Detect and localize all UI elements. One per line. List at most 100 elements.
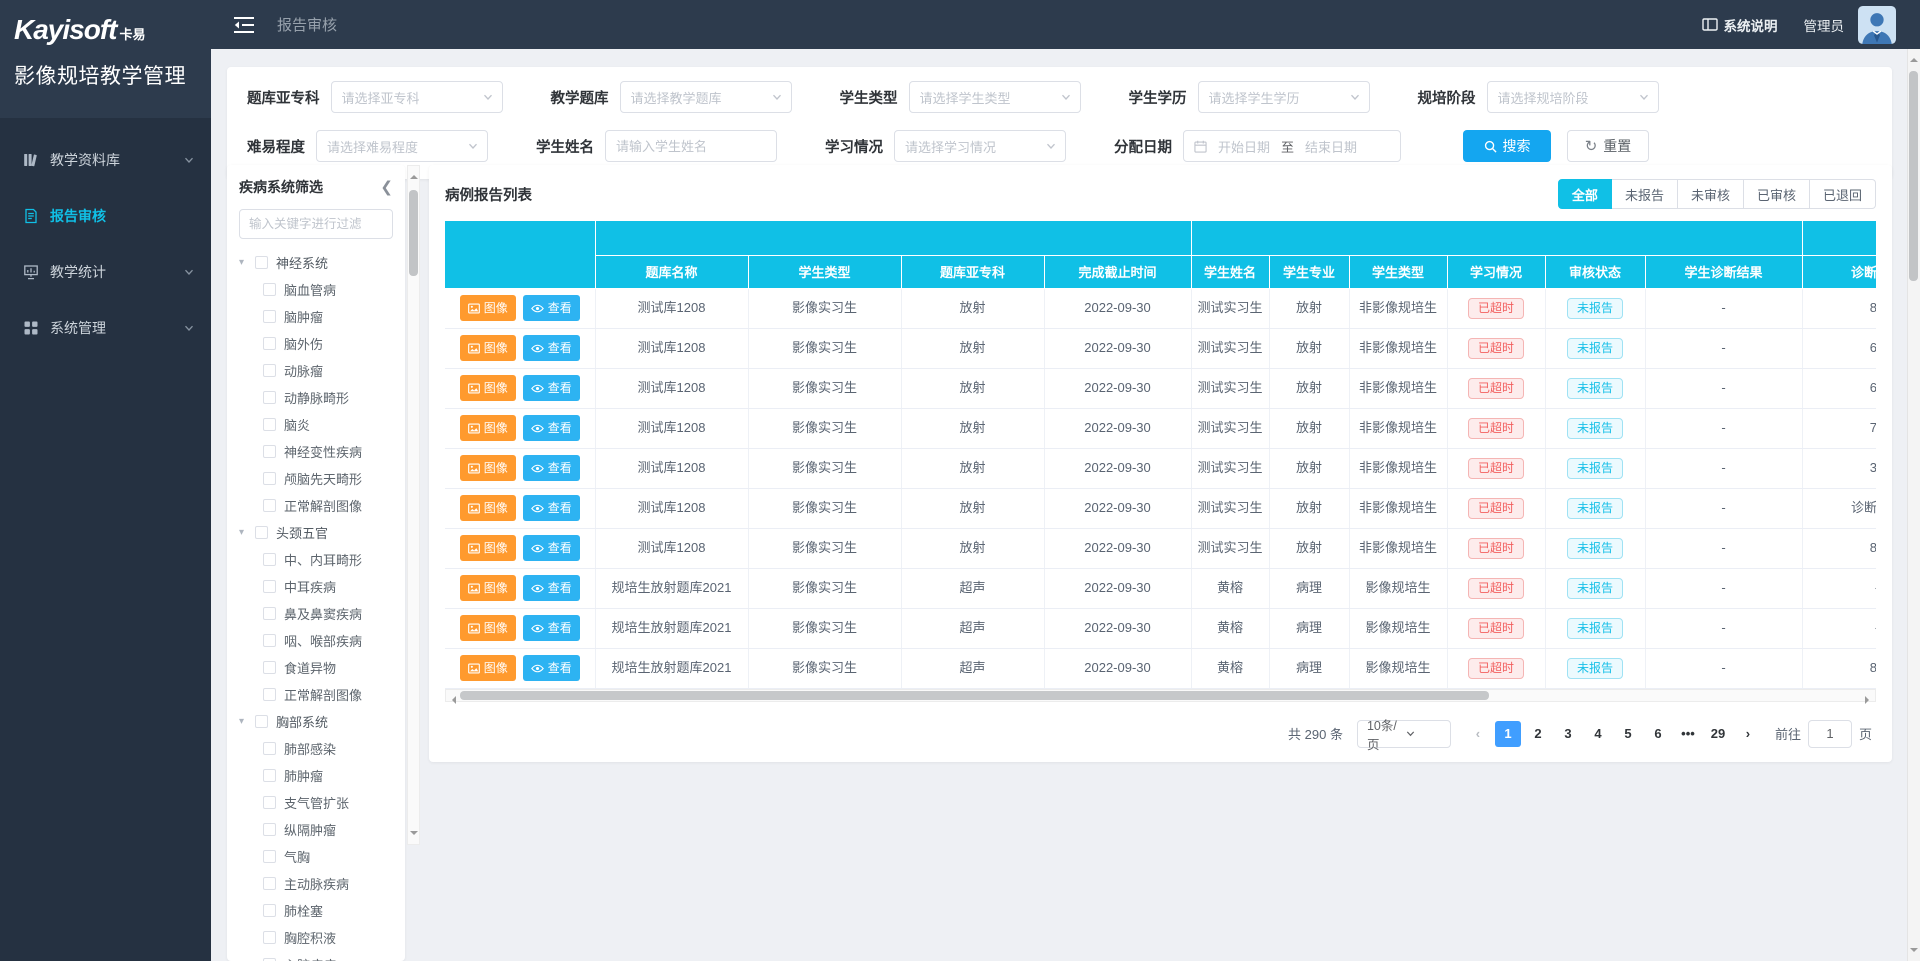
tree-expand-icon[interactable]: ▾ bbox=[239, 257, 255, 268]
tree-item[interactable]: 肺肿瘤 bbox=[239, 762, 393, 789]
checkbox[interactable] bbox=[263, 337, 276, 350]
scroll-up-arrow[interactable] bbox=[1910, 54, 1918, 62]
filter-select[interactable]: 请选择教学题库 bbox=[620, 81, 792, 113]
scroll-down-arrow[interactable] bbox=[410, 831, 418, 839]
filter-select[interactable]: 请选择规培阶段 bbox=[1487, 81, 1659, 113]
panel-scrollbar[interactable] bbox=[407, 165, 420, 845]
view-button[interactable]: 查看 bbox=[523, 455, 580, 481]
tree-item[interactable]: 正常解剖图像 bbox=[239, 492, 393, 519]
image-button[interactable]: 图像 bbox=[460, 615, 516, 641]
filter-select[interactable]: 请选择难易程度 bbox=[316, 130, 488, 162]
tree-item[interactable]: 颅脑先天畸形 bbox=[239, 465, 393, 492]
checkbox[interactable] bbox=[263, 688, 276, 701]
collapse-panel-icon[interactable]: ❮ bbox=[380, 180, 393, 195]
view-button[interactable]: 查看 bbox=[523, 375, 580, 401]
filter-select[interactable]: 请选择学习情况 bbox=[894, 130, 1066, 162]
panel-scrollbar-thumb[interactable] bbox=[409, 190, 418, 276]
tree-group-1[interactable]: ▾神经系统 bbox=[239, 249, 393, 276]
checkbox[interactable] bbox=[263, 742, 276, 755]
tree-item[interactable]: 纵隔肿瘤 bbox=[239, 816, 393, 843]
checkbox[interactable] bbox=[263, 877, 276, 890]
filter-select[interactable]: 请选择亚专科 bbox=[331, 81, 503, 113]
page-button-4[interactable]: 4 bbox=[1585, 721, 1611, 747]
filter-select[interactable]: 请选择学生学历 bbox=[1198, 81, 1370, 113]
tab-2[interactable]: 未报告 bbox=[1612, 179, 1678, 209]
avatar[interactable] bbox=[1858, 6, 1896, 44]
username[interactable]: 管理员 bbox=[1804, 15, 1845, 35]
checkbox[interactable] bbox=[263, 391, 276, 404]
scroll-down-arrow[interactable] bbox=[1910, 948, 1918, 956]
tree-item[interactable]: 脑肿瘤 bbox=[239, 303, 393, 330]
tree-item[interactable]: 动脉瘤 bbox=[239, 357, 393, 384]
page-scrollbar-thumb[interactable] bbox=[1909, 71, 1918, 281]
sidebar-item-2[interactable]: 报告审核 bbox=[0, 188, 211, 244]
tree-item[interactable]: 咽、喉部疾病 bbox=[239, 627, 393, 654]
scroll-up-arrow[interactable] bbox=[410, 171, 418, 179]
tree-filter-input[interactable] bbox=[239, 209, 393, 239]
checkbox[interactable] bbox=[263, 661, 276, 674]
tree-item[interactable]: 神经变性疾病 bbox=[239, 438, 393, 465]
tree-item[interactable]: 脑炎 bbox=[239, 411, 393, 438]
tree-item[interactable]: 支气管扩张 bbox=[239, 789, 393, 816]
checkbox[interactable] bbox=[263, 472, 276, 485]
horizontal-scrollbar-thumb[interactable] bbox=[460, 691, 1489, 700]
next-page-button[interactable]: › bbox=[1735, 721, 1761, 747]
view-button[interactable]: 查看 bbox=[523, 335, 580, 361]
image-button[interactable]: 图像 bbox=[460, 295, 516, 321]
checkbox[interactable] bbox=[263, 580, 276, 593]
checkbox[interactable] bbox=[263, 310, 276, 323]
tree-item[interactable]: 正常解剖图像 bbox=[239, 681, 393, 708]
tree-item[interactable]: 主动脉疾病 bbox=[239, 870, 393, 897]
checkbox[interactable] bbox=[255, 256, 268, 269]
tree-item[interactable]: 中、内耳畸形 bbox=[239, 546, 393, 573]
tree-item[interactable]: 脑血管病 bbox=[239, 276, 393, 303]
image-button[interactable]: 图像 bbox=[460, 335, 516, 361]
tree-item[interactable]: 肺部感染 bbox=[239, 735, 393, 762]
tree-expand-icon[interactable]: ▾ bbox=[239, 527, 255, 538]
page-scrollbar[interactable] bbox=[1907, 49, 1920, 961]
student-name-input[interactable] bbox=[616, 139, 768, 154]
checkbox[interactable] bbox=[263, 823, 276, 836]
tree-item[interactable]: 心脏疾病 bbox=[239, 951, 393, 961]
page-button-3[interactable]: 3 bbox=[1555, 721, 1581, 747]
tree-item[interactable]: 中耳疾病 bbox=[239, 573, 393, 600]
checkbox[interactable] bbox=[263, 607, 276, 620]
scroll-right-arrow[interactable] bbox=[1865, 696, 1873, 704]
view-button[interactable]: 查看 bbox=[523, 295, 580, 321]
sidebar-item-3[interactable]: 教学统计 bbox=[0, 244, 211, 300]
page-button-5[interactable]: 5 bbox=[1615, 721, 1641, 747]
checkbox[interactable] bbox=[263, 499, 276, 512]
tab-3[interactable]: 未审核 bbox=[1678, 179, 1744, 209]
tree-group-3[interactable]: ▾胸部系统 bbox=[239, 708, 393, 735]
filter-input[interactable] bbox=[605, 130, 777, 162]
date-end-placeholder[interactable]: 结束日期 bbox=[1300, 137, 1362, 156]
sidebar-item-1[interactable]: 教学资料库 bbox=[0, 132, 211, 188]
image-button[interactable]: 图像 bbox=[460, 655, 516, 681]
reset-button[interactable]: ↻ 重置 bbox=[1567, 130, 1649, 162]
horizontal-scrollbar[interactable] bbox=[445, 689, 1876, 702]
tree-item[interactable]: 鼻及鼻窦疾病 bbox=[239, 600, 393, 627]
sidebar-item-4[interactable]: 系统管理 bbox=[0, 300, 211, 356]
goto-page-input[interactable] bbox=[1808, 720, 1852, 748]
image-button[interactable]: 图像 bbox=[460, 375, 516, 401]
image-button[interactable]: 图像 bbox=[460, 415, 516, 441]
tab-5[interactable]: 已退回 bbox=[1810, 179, 1876, 209]
checkbox[interactable] bbox=[263, 283, 276, 296]
page-button-2[interactable]: 2 bbox=[1525, 721, 1551, 747]
date-range-picker[interactable]: 开始日期 至 结束日期 bbox=[1183, 130, 1401, 162]
view-button[interactable]: 查看 bbox=[523, 415, 580, 441]
view-button[interactable]: 查看 bbox=[523, 495, 580, 521]
page-button-29[interactable]: 29 bbox=[1705, 721, 1731, 747]
date-start-placeholder[interactable]: 开始日期 bbox=[1213, 137, 1275, 156]
checkbox[interactable] bbox=[263, 553, 276, 566]
tree-item[interactable]: 肺栓塞 bbox=[239, 897, 393, 924]
view-button[interactable]: 查看 bbox=[523, 655, 580, 681]
tree-item[interactable]: 胸腔积液 bbox=[239, 924, 393, 951]
tree-item[interactable]: 脑外伤 bbox=[239, 330, 393, 357]
menu-fold-icon[interactable] bbox=[233, 16, 255, 34]
tree-item[interactable]: 食道异物 bbox=[239, 654, 393, 681]
checkbox[interactable] bbox=[263, 796, 276, 809]
checkbox[interactable] bbox=[263, 634, 276, 647]
checkbox[interactable] bbox=[263, 364, 276, 377]
checkbox[interactable] bbox=[263, 769, 276, 782]
